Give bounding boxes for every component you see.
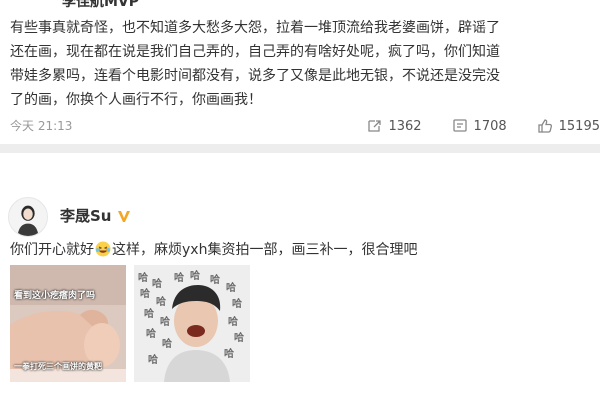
ha-char: 哈 <box>228 313 238 328</box>
ha-char: 哈 <box>174 269 184 284</box>
ha-char: 哈 <box>148 351 158 366</box>
ha-char: 哈 <box>138 269 148 284</box>
comment-button[interactable]: 1708 <box>452 116 507 136</box>
ha-char: 哈 <box>210 271 220 286</box>
post1-action-bar: 1362 1708 15195 <box>366 116 600 136</box>
comment-count: 1708 <box>474 119 507 134</box>
repost-button[interactable]: 1362 <box>366 116 421 136</box>
ha-char: 哈 <box>140 285 150 300</box>
like-count: 15195 <box>559 119 600 134</box>
ha-char: 哈 <box>232 295 242 310</box>
post2-author-name: 李晟Su <box>60 205 111 226</box>
post2-text: 你们开心就好 这样，麻烦yxh集资拍一部，画三补一，很合理吧 <box>10 239 417 259</box>
ha-char: 哈 <box>152 275 162 290</box>
ha-char: 哈 <box>162 335 172 350</box>
ha-char: 哈 <box>226 279 236 294</box>
image1-caption-top: 看到这小疙瘩肉了吗 <box>14 288 95 301</box>
post2-author[interactable]: 李晟Su <box>60 205 132 226</box>
post1-line-2: 还在画，现在都在说是我们自己弄的，自己弄的有啥好处呢，疯了吗，你们知道 <box>10 40 590 64</box>
feed-separator <box>0 144 600 153</box>
ha-char: 哈 <box>190 267 200 282</box>
post2-image-1[interactable]: 看到这小疙瘩肉了吗 一拳打死三个画饼的黄粑 <box>10 265 126 382</box>
post1-line-1: 有些事真就奇怪，也不知道多大愁多大怨，拉着一堆顶流给我老婆画饼，辟谣了 <box>10 16 590 40</box>
post2-text-after: 这样，麻烦yxh集资拍一部，画三补一，很合理吧 <box>112 242 417 258</box>
laughing-tears-emoji-icon <box>95 241 111 257</box>
ha-char: 哈 <box>234 329 244 344</box>
ha-char: 哈 <box>144 305 154 320</box>
avatar[interactable] <box>8 197 48 237</box>
thumbs-up-icon <box>537 118 553 134</box>
ha-char: 哈 <box>160 313 170 328</box>
post1-author-name[interactable]: 李佳航MVP <box>62 0 139 11</box>
repost-count: 1362 <box>388 119 421 134</box>
post1-body: 有些事真就奇怪，也不知道多大愁多大怨，拉着一堆顶流给我老婆画饼，辟谣了 还在画，… <box>10 16 590 112</box>
avatar-person-icon <box>9 198 47 236</box>
comment-icon <box>452 118 468 134</box>
post1-line-4: 了的画，你换个人画行不行，你画画我！ <box>10 88 590 112</box>
weibo-post-1: 李佳航MVP 有些事真就奇怪，也不知道多大愁多大怨，拉着一堆顶流给我老婆画饼，辟… <box>0 0 600 144</box>
post2-image-2[interactable]: 哈 哈 哈 哈 哈 哈 哈 哈 哈 哈 哈 哈 哈 哈 哈 哈 哈 <box>134 265 250 382</box>
post1-timestamp: 今天 21:13 <box>10 117 72 134</box>
post2-text-before: 你们开心就好 <box>10 242 94 258</box>
post1-line-3: 带娃多累吗，连看个电影时间都没有，说多了又像是此地无银，不说还是没完没 <box>10 64 590 88</box>
image1-caption-bottom: 一拳打死三个画饼的黄粑 <box>14 361 102 372</box>
like-button[interactable]: 15195 <box>537 116 600 136</box>
ha-char: 哈 <box>146 325 156 340</box>
ha-char: 哈 <box>156 293 166 308</box>
weibo-post-2: 李晟Su 你们开心就好 这样，麻烦yxh集资拍一部，画三补一，很合理吧 看到这小… <box>0 153 600 394</box>
ha-char: 哈 <box>224 345 234 360</box>
repost-icon <box>366 118 382 134</box>
verified-v-badge-icon <box>116 208 132 224</box>
